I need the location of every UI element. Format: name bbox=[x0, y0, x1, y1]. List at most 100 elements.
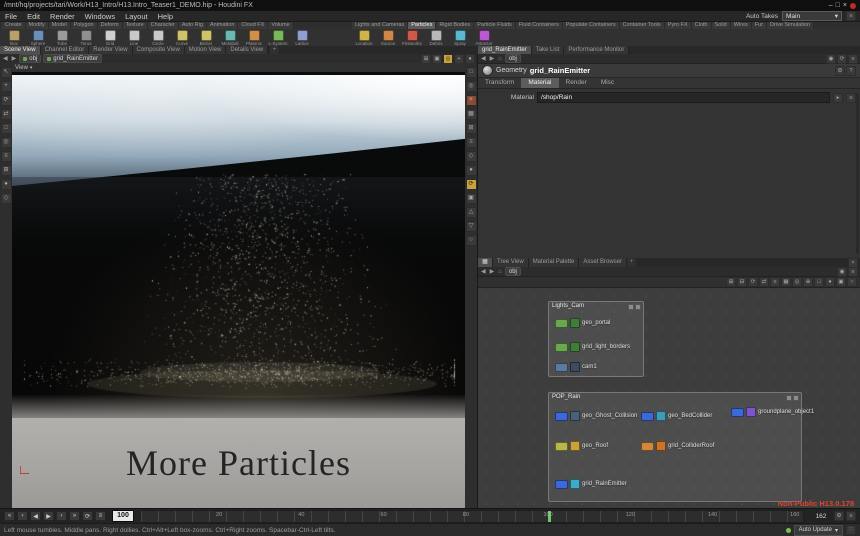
shelf-tool[interactable]: Sphere bbox=[26, 29, 50, 46]
pane-tab-parameters[interactable]: grid_RainEmitter bbox=[478, 46, 532, 54]
take-selector[interactable]: Main ▾ bbox=[782, 11, 842, 21]
network-node[interactable]: cam1 bbox=[555, 362, 597, 372]
pane-tab-render-view[interactable]: Render View bbox=[89, 46, 132, 54]
display-points-icon[interactable]: ● bbox=[1, 179, 12, 190]
network-node[interactable]: grid_light_borders bbox=[555, 342, 630, 352]
shelf-tool[interactable]: Fireworks bbox=[400, 29, 424, 46]
box-resize-icon[interactable] bbox=[793, 395, 799, 401]
display-option-icon[interactable]: ● bbox=[466, 165, 477, 176]
shelf-tool[interactable]: Curve bbox=[170, 29, 194, 46]
field-menu-icon[interactable]: ≡ bbox=[846, 93, 856, 103]
pane-tab-asset-browser[interactable]: Asset Browser bbox=[579, 258, 627, 267]
shelf-tool[interactable]: Circle bbox=[146, 29, 170, 46]
viewport-toolbar-icon[interactable]: ▣ bbox=[432, 54, 442, 64]
network-toolbar-icon[interactable]: ⊞ bbox=[726, 277, 736, 287]
shelf-tab[interactable]: Fur bbox=[752, 22, 767, 29]
end-frame-field[interactable]: 162 bbox=[810, 513, 832, 520]
shelf-tab[interactable]: Pyro FX bbox=[665, 22, 692, 29]
shelf-tool[interactable]: Grid bbox=[98, 29, 122, 46]
current-frame-field[interactable]: 100 bbox=[112, 510, 134, 522]
path-crumb-obj[interactable]: obj bbox=[505, 54, 521, 63]
param-tab-material[interactable]: Material bbox=[521, 78, 558, 88]
back-icon[interactable]: ◀ bbox=[480, 268, 487, 275]
network-node[interactable]: geo_Ghost_Collision bbox=[555, 411, 637, 421]
display-option-icon[interactable]: ▽ bbox=[466, 221, 477, 232]
view-tool-icon[interactable]: ≡ bbox=[1, 151, 12, 162]
box-resize-icon[interactable] bbox=[635, 304, 641, 310]
param-tab-transform[interactable]: Transform bbox=[478, 78, 521, 88]
shelf-tab[interactable]: Cloud FX bbox=[238, 22, 268, 29]
pane-menu-icon[interactable]: ≡ bbox=[848, 267, 858, 277]
playbar-menu-icon[interactable]: ≡ bbox=[846, 511, 856, 521]
playbar-options-icon[interactable]: ⚙ bbox=[834, 511, 844, 521]
forward-icon[interactable]: ▶ bbox=[489, 268, 496, 275]
pane-tab-material-palette[interactable]: Material Palette bbox=[529, 258, 580, 267]
network-canvas[interactable]: Lights_Cam geo_portal bbox=[478, 288, 860, 511]
scale-tool-icon[interactable]: ⇄ bbox=[1, 109, 12, 120]
shelf-tool[interactable]: Line bbox=[122, 29, 146, 46]
network-box-lights-cam[interactable]: Lights_Cam geo_portal bbox=[548, 301, 644, 377]
shelf-tab[interactable]: Character bbox=[148, 22, 179, 29]
network-toolbar-icon[interactable]: ⟳ bbox=[748, 277, 758, 287]
pane-tab-channel-editor[interactable]: Channel Editor bbox=[41, 46, 90, 54]
shelf-tab[interactable]: Container Tools bbox=[620, 22, 665, 29]
handles-tool-icon[interactable]: □ bbox=[1, 123, 12, 134]
back-icon[interactable]: ◀ bbox=[480, 55, 487, 62]
help-icon[interactable]: ? bbox=[846, 66, 856, 76]
shelf-tab[interactable]: Cloth bbox=[692, 22, 712, 29]
display-option-icon[interactable]: ⟳ bbox=[466, 179, 477, 190]
node-flags[interactable] bbox=[555, 412, 568, 421]
shelf-tab[interactable]: Texture bbox=[123, 22, 148, 29]
forward-icon[interactable]: ▶ bbox=[489, 55, 496, 62]
menu-windows[interactable]: Windows bbox=[80, 12, 120, 21]
network-toolbar-icon[interactable]: □ bbox=[814, 277, 824, 287]
pane-tab-motion-view[interactable]: Motion View bbox=[185, 46, 227, 54]
shelf-tab[interactable]: Polygon bbox=[71, 22, 98, 29]
viewport-toolbar-icon[interactable]: ● bbox=[465, 54, 475, 64]
shelf-tab[interactable]: Model bbox=[49, 22, 71, 29]
shelf-tab[interactable]: Volume bbox=[268, 22, 293, 29]
shelf-tab[interactable]: Populate Containers bbox=[563, 22, 620, 29]
network-box-pop-rain[interactable]: POP_Rain geo_Ghost_Collision bbox=[548, 392, 802, 502]
network-node[interactable]: grid_RainEmitter bbox=[555, 479, 627, 489]
display-option-icon[interactable]: ≡ bbox=[466, 137, 477, 148]
forward-icon[interactable]: ▶ bbox=[11, 55, 18, 62]
shelf-tab[interactable]: Rigid Bodies bbox=[436, 22, 474, 29]
step-back-button[interactable]: ◀ bbox=[30, 511, 41, 521]
node-flags[interactable] bbox=[555, 343, 568, 352]
menu-help[interactable]: Help bbox=[153, 12, 178, 21]
display-prims-icon[interactable]: ◇ bbox=[1, 193, 12, 204]
pane-tab-composite-view[interactable]: Composite View bbox=[133, 46, 185, 54]
minimize-button[interactable]: – bbox=[829, 2, 833, 9]
shelf-tool[interactable]: Platonic bbox=[242, 29, 266, 46]
node-flags[interactable] bbox=[555, 442, 568, 451]
gear-icon[interactable]: ⚙ bbox=[835, 66, 845, 76]
menu-edit[interactable]: Edit bbox=[22, 12, 45, 21]
display-option-icon[interactable]: △ bbox=[466, 207, 477, 218]
view-menu[interactable]: View bbox=[15, 65, 28, 71]
network-toolbar-icon[interactable]: ⊟ bbox=[737, 277, 747, 287]
play-reverse-button[interactable]: ‹ bbox=[17, 511, 28, 521]
display-option-icon[interactable]: ▦ bbox=[466, 109, 477, 120]
shelf-tab-particles[interactable]: Particles bbox=[408, 22, 436, 29]
param-tab-misc[interactable]: Misc bbox=[594, 78, 621, 88]
display-option-icon[interactable]: ⊞ bbox=[466, 123, 477, 134]
menu-file[interactable]: File bbox=[0, 12, 22, 21]
shelf-tool[interactable]: Source bbox=[376, 29, 400, 46]
display-option-icon[interactable]: ◎ bbox=[466, 81, 477, 92]
resize-grip-icon[interactable]: ∷ bbox=[846, 525, 856, 535]
new-pane-tab-button[interactable]: + bbox=[270, 46, 279, 54]
shelf-tab[interactable]: Auto Rig bbox=[179, 22, 207, 29]
maximize-button[interactable]: □ bbox=[836, 2, 840, 9]
shelf-tab[interactable]: Solid bbox=[712, 22, 731, 29]
network-toolbar-icon[interactable]: ≡ bbox=[770, 277, 780, 287]
menu-render[interactable]: Render bbox=[45, 12, 80, 21]
timeline-ruler[interactable]: 20406080100120140160 bbox=[140, 510, 804, 523]
viewport-toolbar-icon[interactable]: ⊞ bbox=[421, 54, 431, 64]
home-icon[interactable]: ⌂ bbox=[497, 269, 503, 275]
node-flags[interactable] bbox=[555, 319, 568, 328]
network-toolbar-icon[interactable]: ● bbox=[825, 277, 835, 287]
move-tool-icon[interactable]: + bbox=[1, 81, 12, 92]
shelf-tab[interactable]: Fluid Containers bbox=[516, 22, 563, 29]
pose-tool-icon[interactable]: ◎ bbox=[1, 137, 12, 148]
